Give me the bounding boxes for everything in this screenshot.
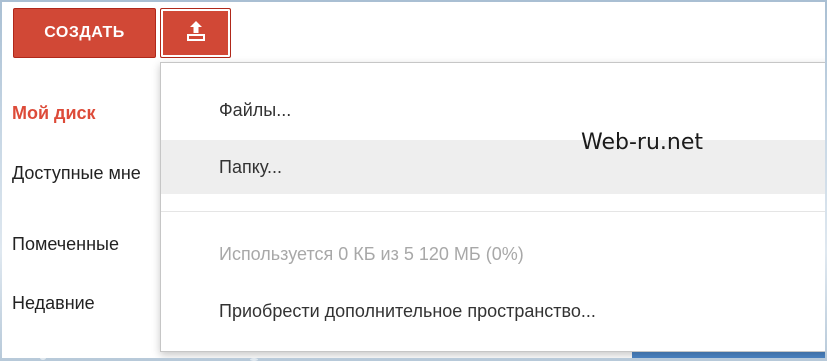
drive-window: Мой диск Доступные мне Помеченные Недавн… [2, 2, 825, 358]
watermark-text: Web-ru.net [581, 130, 703, 155]
menu-item-files[interactable]: Файлы... [161, 83, 825, 137]
menu-item-buy-storage[interactable]: Приобрести дополнительное пространство..… [161, 284, 825, 338]
sidebar-item-shared[interactable]: Доступные мне [12, 163, 162, 184]
storage-usage-text: Используется 0 КБ из 5 120 МБ (0%) [161, 227, 825, 281]
sidebar-item-starred[interactable]: Помеченные [12, 234, 162, 255]
upload-menu: Файлы... Папку... Используется 0 КБ из 5… [160, 62, 825, 352]
sidebar-item-recent[interactable]: Недавние [12, 293, 162, 314]
menu-divider [161, 211, 825, 212]
sidebar-item-my-drive[interactable]: Мой диск [12, 103, 162, 124]
storage-usage-label: Используется 0 КБ из 5 120 МБ (0%) [219, 243, 524, 264]
upload-icon [186, 20, 206, 47]
menu-item-label: Приобрести дополнительное пространство..… [219, 300, 596, 321]
menu-item-label: Файлы... [219, 99, 292, 120]
upload-button[interactable] [160, 8, 231, 58]
menu-item-folder[interactable]: Папку... [161, 140, 825, 194]
menu-item-label: Папку... [219, 156, 282, 177]
create-button[interactable]: СОЗДАТЬ [13, 8, 156, 58]
